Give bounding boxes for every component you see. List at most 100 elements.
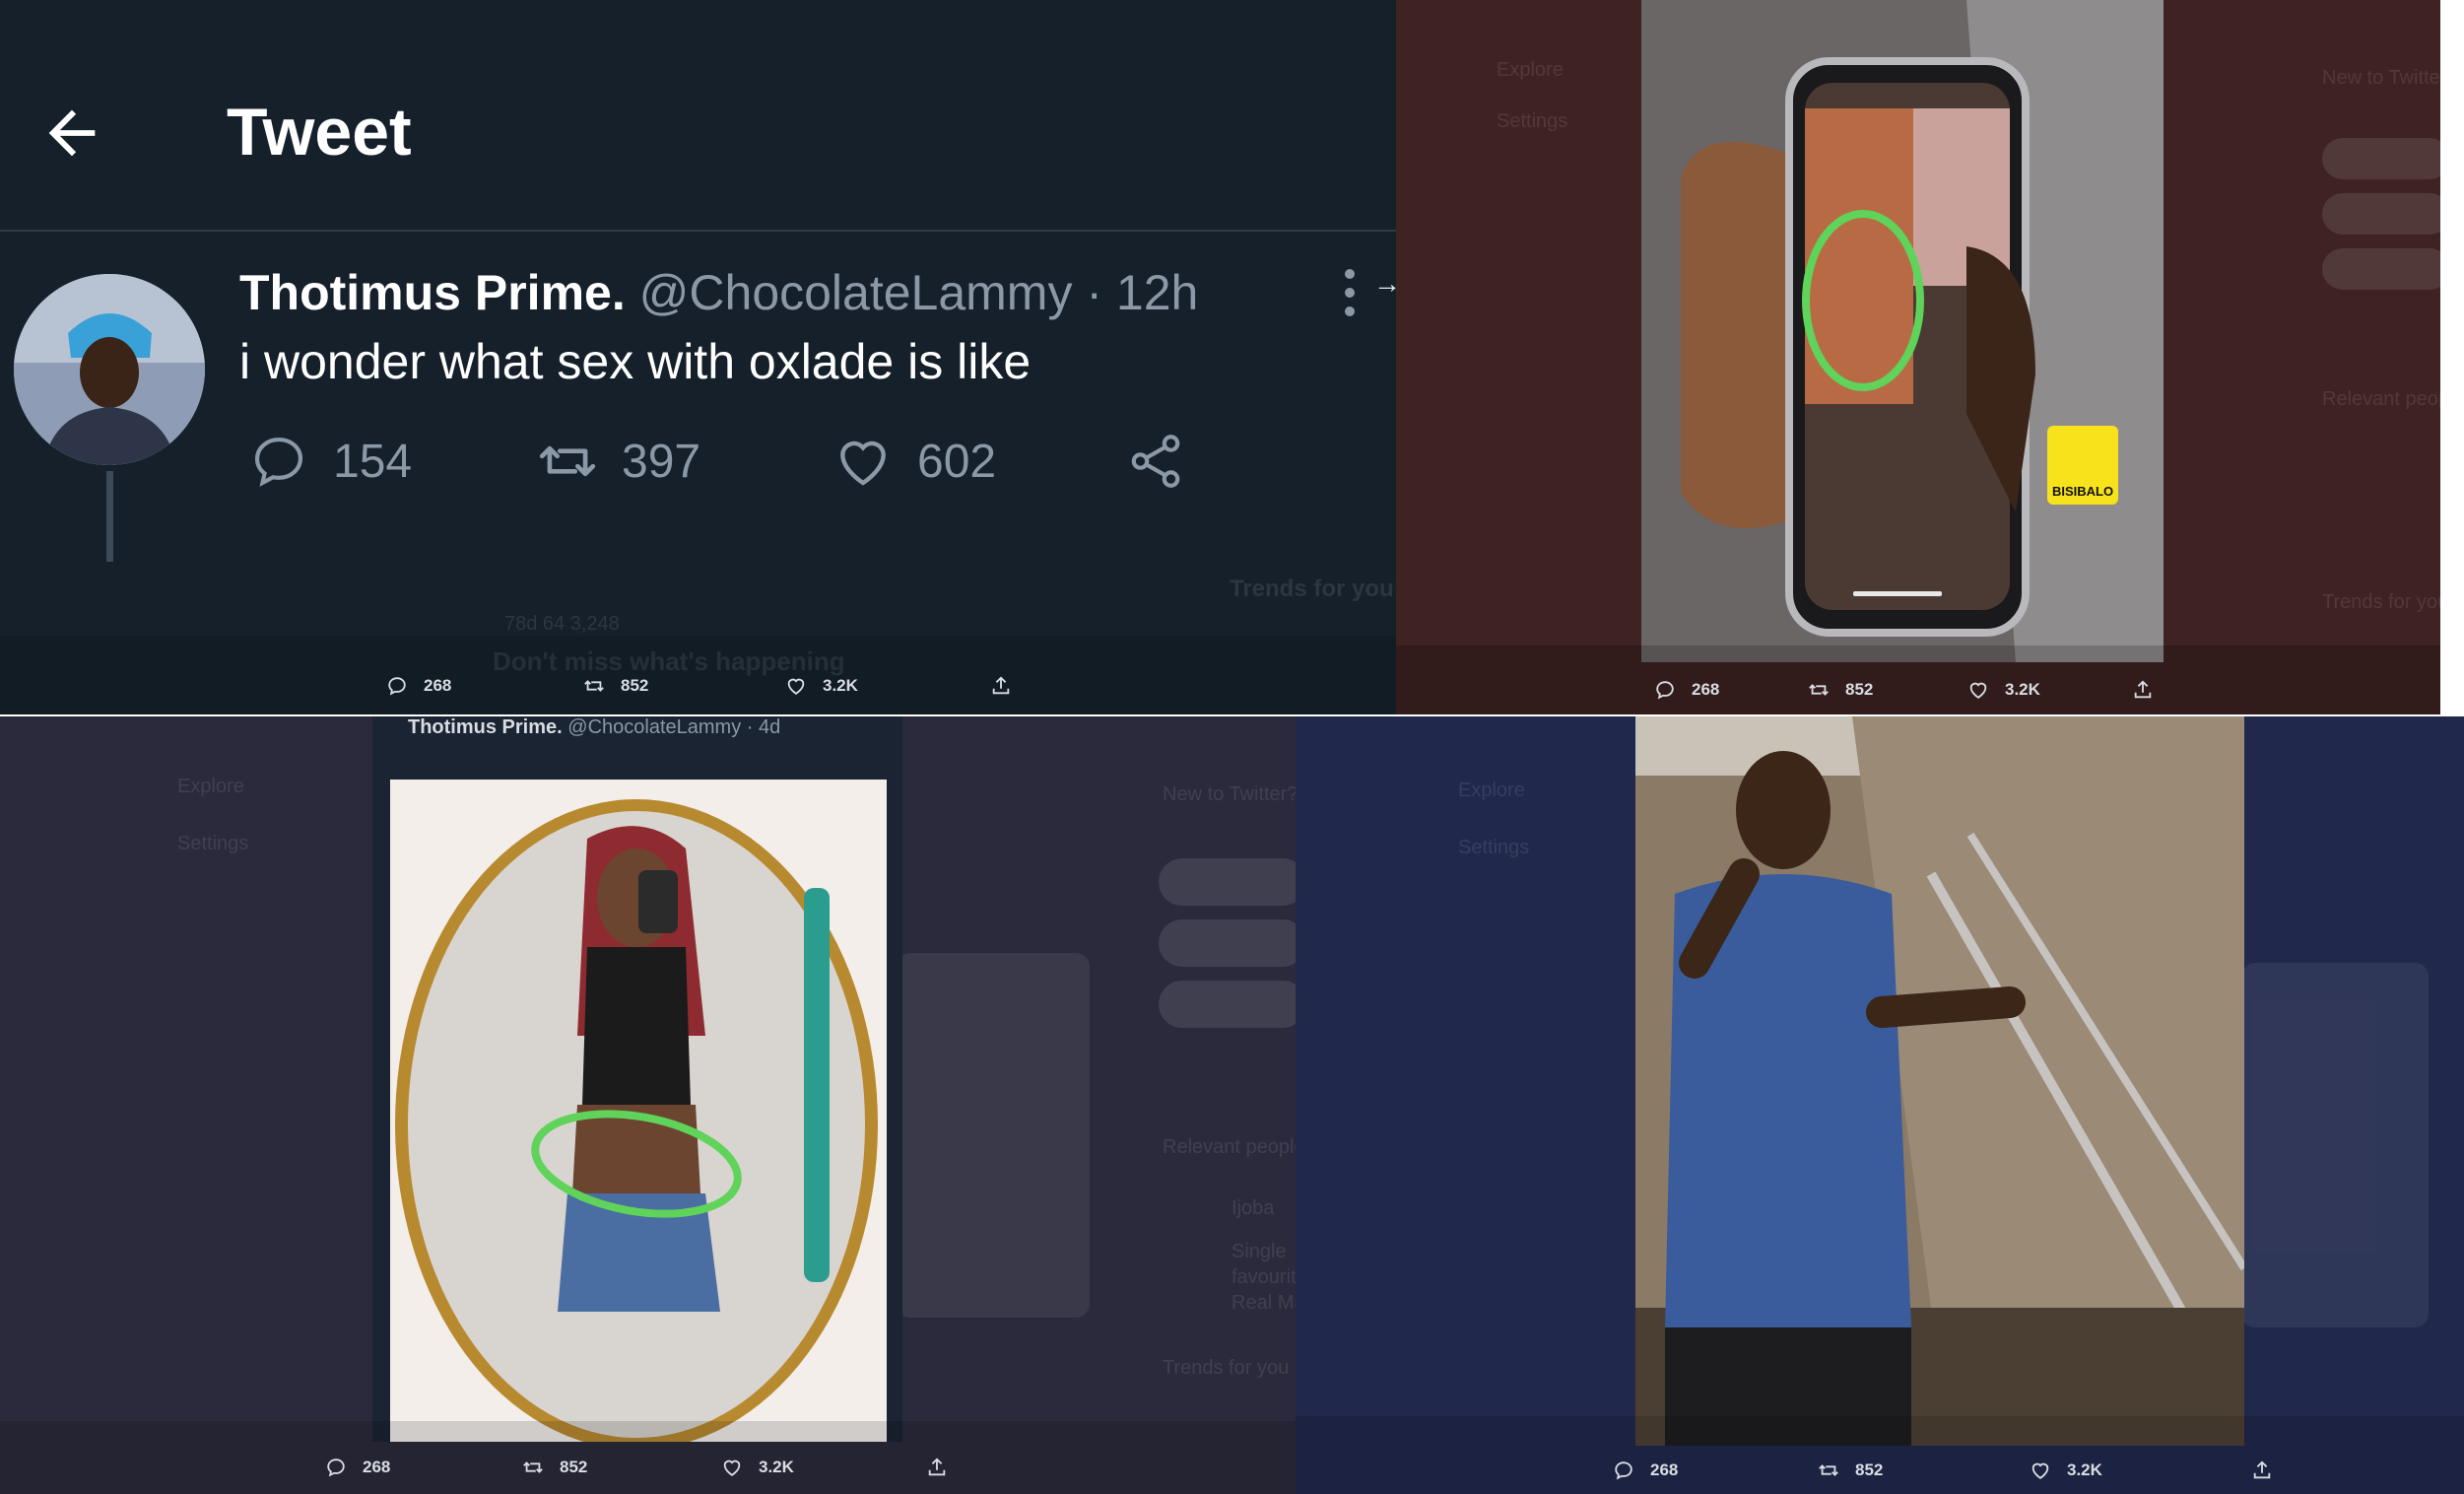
relevant-people: Relevant people xyxy=(2322,388,2440,410)
bar-retweet-count: 852 xyxy=(1855,1460,1884,1479)
upload-icon xyxy=(992,676,1010,695)
bar-upload[interactable] xyxy=(2132,679,2169,701)
sidebar-explore[interactable]: Explore xyxy=(177,776,244,798)
sidebar-settings[interactable]: Settings xyxy=(1458,837,1529,859)
author-handle[interactable]: @ChocolateLammy xyxy=(639,265,1073,320)
upload-icon xyxy=(928,1458,946,1476)
bar-like[interactable]: 3.2K xyxy=(785,675,858,697)
tweet-header: Tweet xyxy=(0,0,1396,232)
sidebar-explore[interactable]: Explore xyxy=(1497,59,1564,82)
sidebar-explore[interactable]: Explore xyxy=(1458,780,1525,802)
like-icon xyxy=(1969,682,1987,699)
bar-like-count: 3.2K xyxy=(2067,1460,2102,1479)
relevant-bio-line: favourite xyxy=(1232,1266,1296,1288)
phone-photo xyxy=(1641,0,2164,662)
bar-retweet-count: 852 xyxy=(621,676,649,695)
bar-upload[interactable] xyxy=(2251,1460,2289,1481)
relevant-bio-line: Real Ma xyxy=(1232,1292,1296,1314)
signup-pill[interactable] xyxy=(1159,858,1296,906)
like-icon xyxy=(2031,1462,2049,1479)
signup-pill[interactable] xyxy=(2322,248,2440,290)
like-button[interactable]: 602 xyxy=(832,430,996,493)
bar-retweet[interactable]: 852 xyxy=(522,1457,587,1478)
retweet-button[interactable]: 397 xyxy=(537,430,700,493)
tweet-text: i wonder what sex with oxlade is like xyxy=(239,334,1032,389)
tweet-time: · 12h xyxy=(1086,265,1199,320)
reply-button[interactable]: 154 xyxy=(248,430,412,493)
trends-heading: Trends for you xyxy=(2322,591,2440,613)
retweet-icon xyxy=(1819,1464,1838,1476)
bar-like[interactable]: 3.2K xyxy=(2030,1460,2102,1481)
reply-icon xyxy=(1615,1461,1632,1480)
retweet-icon xyxy=(1809,684,1829,696)
bar-retweet[interactable]: 852 xyxy=(583,675,648,697)
tweet-action-bar: 268 852 3.2K xyxy=(0,1421,1296,1494)
bar-reply-count: 268 xyxy=(424,676,452,695)
upload-icon xyxy=(2134,680,2152,699)
relevant-name: Ijoba xyxy=(1232,1197,1275,1219)
like-icon xyxy=(723,1460,741,1476)
sidebar-settings[interactable]: Settings xyxy=(177,833,248,855)
man-photo-image xyxy=(1635,716,2244,1446)
tweet-action-bar: 268 852 3.2K xyxy=(1296,1416,2464,1494)
signup-pill[interactable] xyxy=(1159,981,1296,1028)
background-media xyxy=(2241,963,2429,1327)
reply-count: 154 xyxy=(333,435,413,488)
signup-pill[interactable] xyxy=(2322,138,2440,179)
new-to-twitter: New to Twitter? xyxy=(2322,67,2440,89)
mirror-photo xyxy=(390,780,887,1442)
video-frame[interactable]: BISIBALO xyxy=(1641,0,2164,662)
retweet-icon xyxy=(539,445,596,477)
author-name[interactable]: Thotimus Prime. xyxy=(239,265,626,320)
share-button[interactable] xyxy=(1125,430,1186,493)
photo-panel-mirror: Explore Settings New to Twitter? Relevan… xyxy=(0,716,1296,1494)
back-arrow-icon[interactable] xyxy=(37,99,106,168)
signup-pill[interactable] xyxy=(2322,193,2440,235)
man-photo[interactable] xyxy=(1635,716,2244,1446)
trends-heading: Trends for you xyxy=(1163,1357,1290,1379)
relevant-people: Relevant people xyxy=(1163,1136,1296,1158)
reply-icon xyxy=(327,1459,345,1477)
like-icon xyxy=(787,678,805,695)
tweet-author[interactable]: Thotimus Prime. @ChocolateLammy · 12h xyxy=(239,264,1198,321)
relevant-bio-line: Single xyxy=(1232,1241,1287,1262)
tweet-card[interactable]: Thotimus Prime. @ChocolateLammy · 4d xyxy=(372,716,902,1442)
bar-upload[interactable] xyxy=(990,675,1028,697)
like-icon xyxy=(840,441,886,486)
stats-row: 78d 64 3,248 xyxy=(504,613,620,635)
new-to-twitter: New to Twitter? xyxy=(1163,783,1296,805)
trends-heading: Trends for you xyxy=(1230,576,1394,602)
page-title: Tweet xyxy=(227,95,412,170)
bar-like-count: 3.2K xyxy=(2005,680,2040,699)
bar-like-count: 3.2K xyxy=(759,1458,794,1476)
bar-reply[interactable]: 268 xyxy=(386,675,451,697)
bar-reply[interactable]: 268 xyxy=(325,1457,390,1478)
bar-like-count: 3.2K xyxy=(823,676,858,695)
tweet-panel: Tweet Thotimus Prime. @ChocolateLammy · … xyxy=(0,0,1396,714)
bar-retweet[interactable]: 852 xyxy=(1808,679,1873,701)
photo-panel-man: Explore Settings 268 852 3.2K xyxy=(1296,716,2464,1494)
card-time: · 4d xyxy=(746,716,781,738)
arrow-right-icon: → xyxy=(1373,268,1396,299)
bar-retweet[interactable]: 852 xyxy=(1818,1460,1883,1481)
bar-reply[interactable]: 268 xyxy=(1613,1460,1678,1481)
upload-icon xyxy=(2253,1460,2271,1479)
bar-reply-count: 268 xyxy=(363,1458,391,1476)
background-media xyxy=(897,953,1090,1318)
sidebar-settings[interactable]: Settings xyxy=(1497,110,1567,133)
avatar[interactable] xyxy=(14,274,205,465)
bar-reply-count: 268 xyxy=(1692,680,1720,699)
card-author-handle: @ChocolateLammy xyxy=(567,716,742,738)
bar-upload[interactable] xyxy=(926,1457,964,1478)
tweet-action-bar: 268 852 3.2K xyxy=(0,636,1396,714)
bar-like[interactable]: 3.2K xyxy=(1967,679,2040,701)
reply-icon xyxy=(388,677,406,696)
bar-reply[interactable]: 268 xyxy=(1654,679,1719,701)
card-author-name: Thotimus Prime. xyxy=(408,716,563,738)
signup-pill[interactable] xyxy=(1159,919,1296,967)
bar-retweet-count: 852 xyxy=(560,1458,588,1476)
snapchat-badge: BISIBALO xyxy=(2047,426,2118,505)
bar-like[interactable]: 3.2K xyxy=(721,1457,794,1478)
like-count: 602 xyxy=(917,435,997,488)
more-icon[interactable] xyxy=(1342,268,1358,317)
